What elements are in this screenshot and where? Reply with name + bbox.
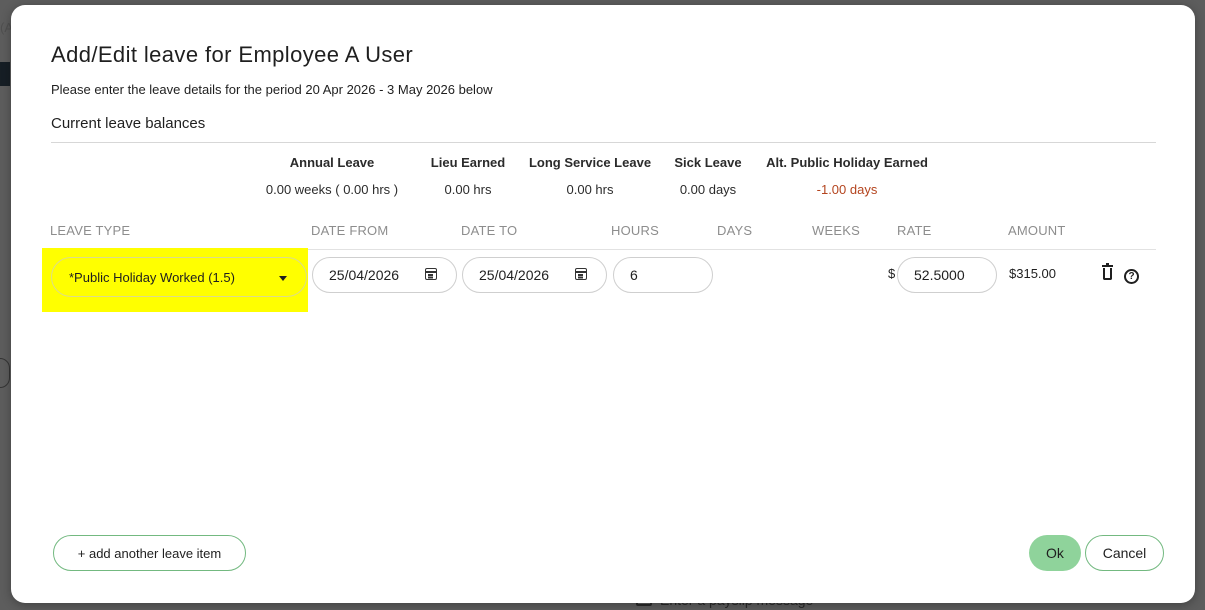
rate-currency: $ (888, 266, 896, 281)
trash-icon[interactable] (1102, 263, 1113, 280)
rate-value: 52.5000 (914, 267, 965, 283)
column-header-amount: AMOUNT (1008, 223, 1066, 238)
modal-subtitle: Please enter the leave details for the p… (51, 82, 493, 97)
date-from-value: 25/04/2026 (329, 267, 400, 283)
column-header-hours: HOURS (611, 223, 659, 238)
rate-input[interactable]: 52.5000 (897, 257, 997, 293)
balance-name: Sick Leave (674, 155, 742, 170)
add-leave-item-button[interactable]: + add another leave item (53, 535, 246, 571)
date-from-input[interactable]: 25/04/2026 (312, 257, 457, 293)
hours-input[interactable]: 6 (613, 257, 713, 293)
balance-name: Lieu Earned (430, 155, 506, 170)
balance-lieu-earned: Lieu Earned 0.00 hrs (423, 155, 513, 197)
balance-value: 0.00 hrs (444, 182, 492, 197)
help-icon[interactable]: ? (1124, 269, 1139, 284)
balance-annual-leave: Annual Leave 0.00 weeks ( 0.00 hrs ) (247, 155, 417, 197)
balance-long-service-leave: Long Service Leave 0.00 hrs (525, 155, 655, 197)
chevron-down-icon (279, 276, 287, 281)
column-header-weeks: WEEKS (812, 223, 860, 238)
column-header-date-to: DATE TO (461, 223, 518, 238)
balance-sick-leave: Sick Leave 0.00 days (667, 155, 749, 197)
divider (51, 142, 1156, 143)
modal-title: Add/Edit leave for Employee A User (51, 42, 414, 67)
balances-heading: Current leave balances (51, 115, 206, 132)
calendar-icon[interactable] (575, 268, 587, 280)
date-to-input[interactable]: 25/04/2026 (462, 257, 607, 293)
column-header-date-from: DATE FROM (311, 223, 389, 238)
balance-alt-public-holiday: Alt. Public Holiday Earned -1.00 days (759, 155, 935, 197)
balance-value: 0.00 days (679, 182, 737, 197)
column-header-days: DAYS (717, 223, 753, 238)
amount-value: $315.00 (1009, 266, 1056, 281)
calendar-icon[interactable] (425, 268, 437, 280)
balance-value: 0.00 hrs (566, 182, 614, 197)
balance-name: Long Service Leave (528, 155, 652, 170)
leave-type-select[interactable]: *Public Holiday Worked (1.5) (51, 257, 307, 297)
leave-modal: Add/Edit leave for Employee A User Pleas… (11, 5, 1195, 603)
balance-value: 0.00 weeks ( 0.00 hrs ) (265, 182, 399, 197)
ok-button[interactable]: Ok (1029, 535, 1081, 571)
balance-value: -1.00 days (816, 182, 878, 197)
column-header-leave-type: LEAVE TYPE (50, 223, 131, 238)
leave-type-value: *Public Holiday Worked (1.5) (69, 269, 235, 285)
balance-name: Alt. Public Holiday Earned (766, 155, 928, 170)
hours-value: 6 (630, 267, 638, 283)
cancel-button[interactable]: Cancel (1085, 535, 1164, 571)
balance-name: Annual Leave (289, 155, 375, 170)
date-to-value: 25/04/2026 (479, 267, 550, 283)
column-header-rate: RATE (897, 223, 932, 238)
